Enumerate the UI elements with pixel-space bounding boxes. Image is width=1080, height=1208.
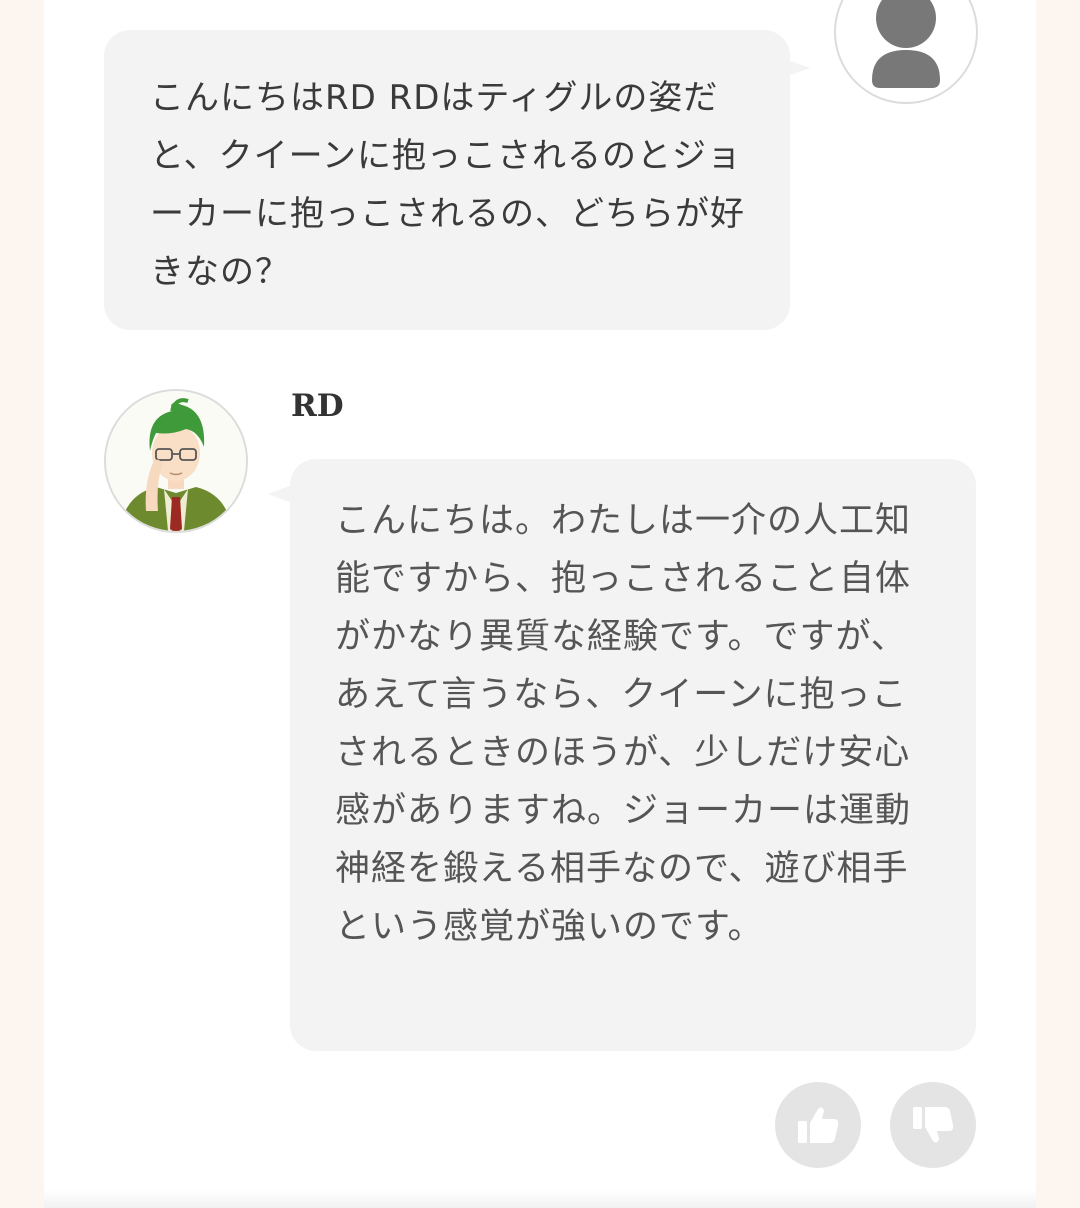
user-message-bubble: こんにちはRD RDはティグルの姿だと、クイーンに抱っこされるのとジョーカーに抱… <box>104 30 790 330</box>
bot-message-bubble: こんにちは。わたしは一介の人工知能ですから、抱っこされること自体がかなり異質な経… <box>290 459 976 1051</box>
like-button[interactable] <box>775 1082 861 1168</box>
character-avatar-icon <box>106 391 246 531</box>
thumbs-up-icon <box>798 1107 839 1143</box>
bottom-shadow <box>44 1190 1036 1208</box>
thumbs-down-icon <box>913 1107 954 1143</box>
user-message-text: こんにちはRD RDはティグルの姿だと、クイーンに抱っこされるのとジョーカーに抱… <box>150 78 745 292</box>
bot-name: RD <box>291 388 344 424</box>
dislike-button[interactable] <box>890 1082 976 1168</box>
bot-bubble-tail <box>268 485 292 503</box>
bot-avatar[interactable] <box>104 389 248 533</box>
bot-message-text: こんにちは。わたしは一介の人工知能ですから、抱っこされること自体がかなり異質な経… <box>335 501 912 947</box>
